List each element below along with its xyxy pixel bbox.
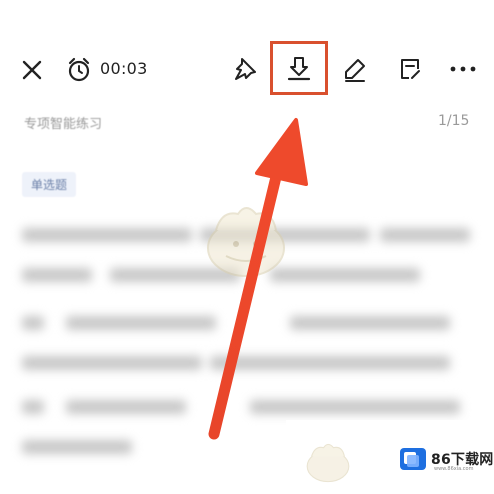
- content-line: [66, 316, 216, 330]
- content-line: [290, 316, 450, 330]
- watermark-mascot-small-icon: [306, 443, 350, 483]
- content-line: [380, 228, 470, 242]
- content-line: [22, 316, 44, 330]
- watermark-mascot-icon: [207, 207, 285, 277]
- content-line: [210, 356, 450, 370]
- more-icon[interactable]: [446, 55, 480, 83]
- brand-site: www.86xia.com: [434, 466, 474, 472]
- content-line: [22, 268, 92, 282]
- note-icon[interactable]: [393, 52, 427, 86]
- content-line: [22, 400, 44, 414]
- content-line: [66, 400, 186, 414]
- brand-logo-icon: [400, 448, 426, 470]
- content-line: [22, 440, 132, 454]
- timer-text: 00:03: [100, 59, 148, 78]
- question-progress: 1/15: [438, 113, 470, 129]
- question-type-badge: 单选题: [22, 172, 77, 197]
- content-line: [250, 400, 460, 414]
- pin-icon[interactable]: [228, 52, 262, 86]
- close-icon[interactable]: [16, 54, 48, 86]
- content-line: [22, 228, 192, 242]
- content-line: [22, 356, 202, 370]
- pen-icon[interactable]: [338, 52, 372, 86]
- alarm-clock-icon: [63, 54, 95, 86]
- exercise-title: 专项智能练习: [24, 117, 103, 132]
- download-icon[interactable]: [283, 52, 315, 84]
